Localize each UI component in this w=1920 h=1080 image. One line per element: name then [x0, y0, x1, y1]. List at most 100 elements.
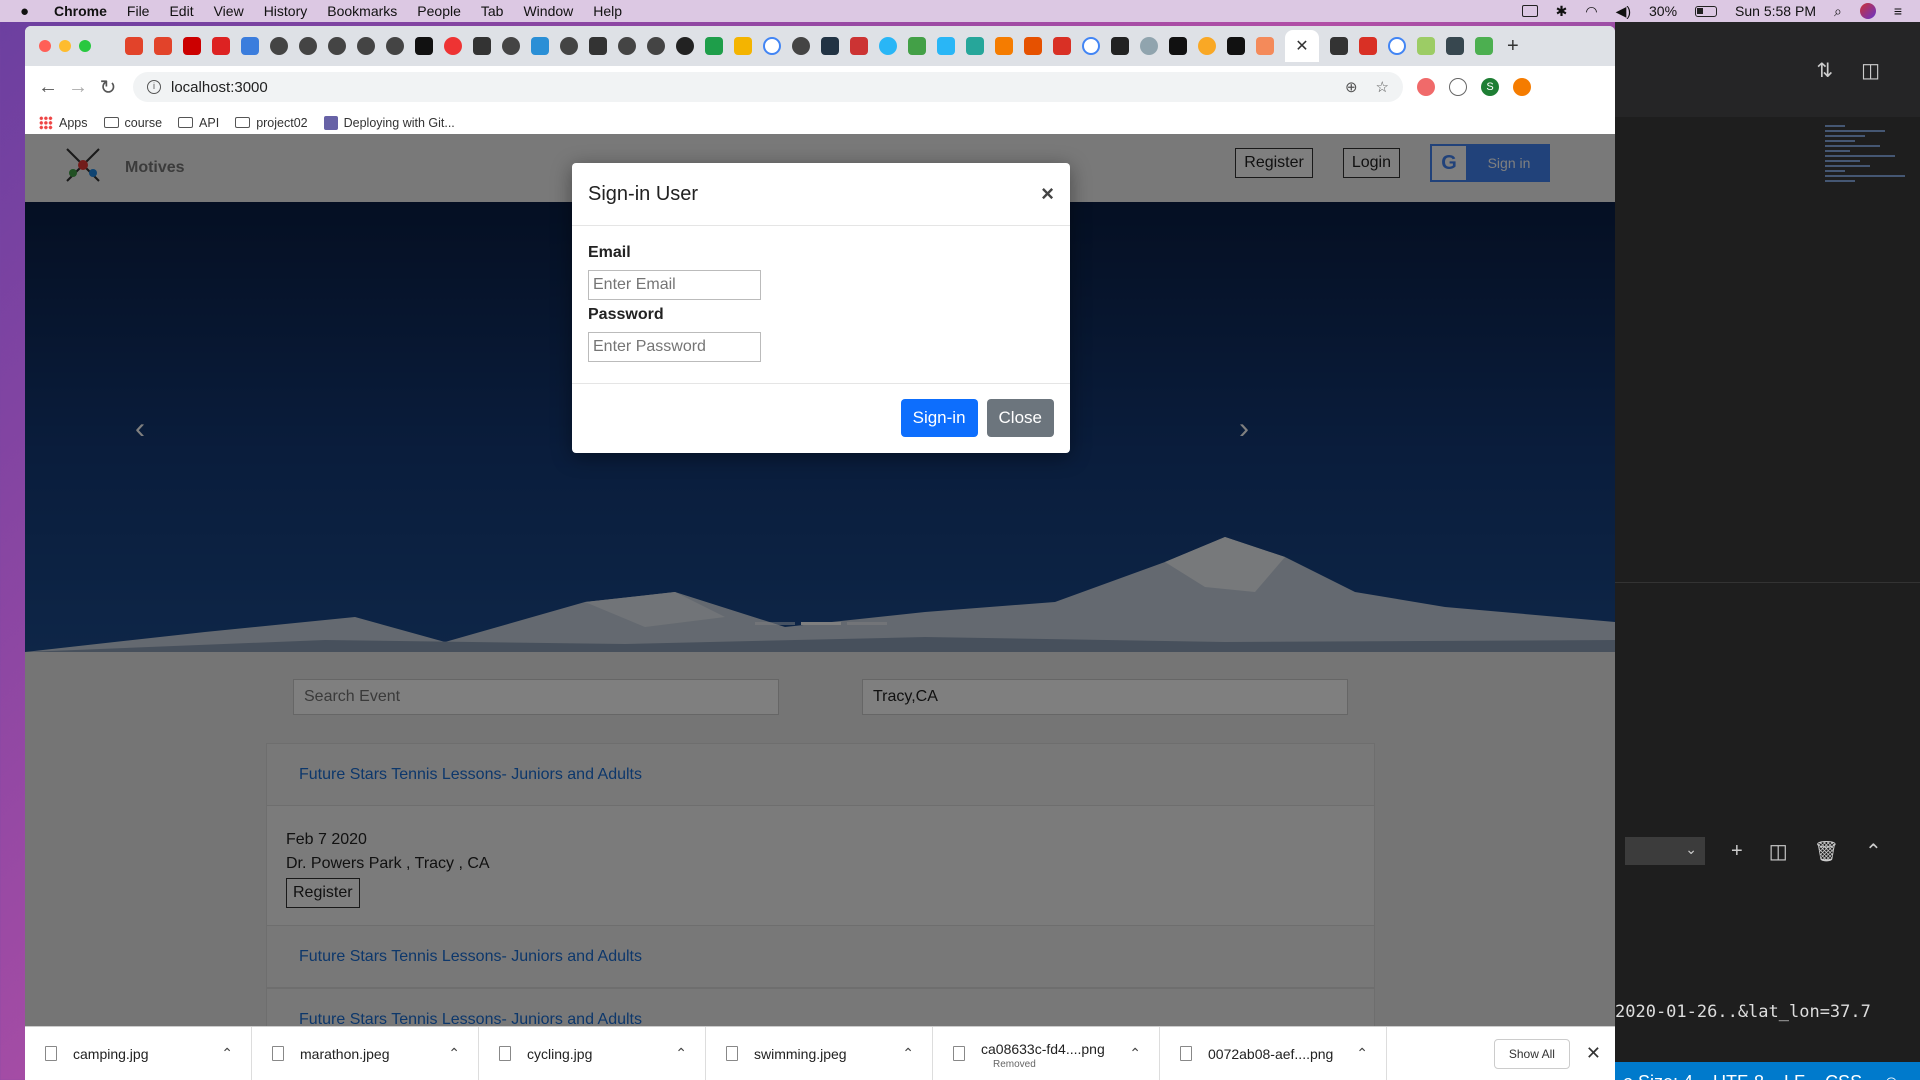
spotlight-search-icon[interactable]: ⌕	[1834, 3, 1842, 20]
tab-favicon[interactable]	[1475, 37, 1493, 55]
chevron-up-icon[interactable]: ⌃	[902, 1045, 914, 1062]
chevron-up-icon[interactable]: ⌃	[1356, 1045, 1368, 1062]
email-field[interactable]	[588, 270, 761, 300]
tab-favicon[interactable]	[415, 37, 433, 55]
feedback-icon[interactable]: ☺	[1882, 1072, 1900, 1080]
tab-favicon[interactable]	[647, 37, 665, 55]
bookmark-apps[interactable]: Apps	[39, 115, 88, 130]
close-icon[interactable]: ×	[1041, 181, 1054, 207]
show-all-button[interactable]: Show All	[1493, 1038, 1570, 1069]
tab-favicon[interactable]	[850, 37, 868, 55]
notification-center-icon[interactable]: ≡	[1894, 3, 1902, 19]
bookmark-project02[interactable]: project02	[235, 116, 308, 130]
tab-favicon[interactable]	[270, 37, 288, 55]
menu-help[interactable]: Help	[593, 3, 622, 19]
chevron-up-icon[interactable]: ⌃	[1865, 839, 1882, 864]
tab-favicon[interactable]	[821, 37, 839, 55]
tab-favicon[interactable]	[241, 37, 259, 55]
extension-icon[interactable]	[1449, 78, 1467, 96]
terminal-select[interactable]: ⌄	[1625, 837, 1705, 865]
tab-favicon[interactable]	[1198, 37, 1216, 55]
reload-icon[interactable]: ↻	[93, 75, 123, 100]
tab-favicon[interactable]	[1053, 37, 1071, 55]
tab-favicon[interactable]	[1446, 37, 1464, 55]
tab-favicon[interactable]	[1140, 37, 1158, 55]
tab-favicon[interactable]	[386, 37, 404, 55]
menu-edit[interactable]: Edit	[169, 3, 193, 19]
tab-favicon[interactable]	[705, 37, 723, 55]
forward-arrow-icon[interactable]: →	[63, 76, 93, 99]
tab-favicon[interactable]	[357, 37, 375, 55]
tab-favicon[interactable]	[299, 37, 317, 55]
extension-icon[interactable]	[1417, 78, 1435, 96]
menu-file[interactable]: File	[127, 3, 150, 19]
bluetooth-icon[interactable]: ✱	[1556, 3, 1568, 20]
download-item[interactable]: cycling.jpg ⌃	[479, 1026, 706, 1080]
download-item[interactable]: marathon.jpeg ⌃	[252, 1026, 479, 1080]
menu-view[interactable]: View	[214, 3, 244, 19]
tab-favicon[interactable]	[444, 37, 462, 55]
active-tab[interactable]: ✕	[1285, 30, 1319, 62]
location-icon[interactable]: ⊕	[1345, 78, 1358, 96]
chevron-up-icon[interactable]: ⌃	[221, 1045, 233, 1062]
status-encoding[interactable]: UTF-8	[1713, 1072, 1764, 1080]
apple-icon[interactable]: ●	[20, 3, 40, 20]
password-field[interactable]	[588, 332, 761, 362]
tab-favicon[interactable]	[1024, 37, 1042, 55]
close-icon[interactable]: ✕	[1586, 1043, 1601, 1064]
status-language[interactable]: CSS	[1825, 1072, 1862, 1080]
tab-favicon[interactable]	[734, 37, 752, 55]
tab-favicon[interactable]	[1330, 37, 1348, 55]
zoom-window-button[interactable]	[79, 40, 91, 52]
tab-favicon[interactable]	[966, 37, 984, 55]
tab-favicon[interactable]	[125, 37, 143, 55]
status-indent[interactable]: o Size: 4	[1623, 1072, 1693, 1080]
tab-favicon[interactable]	[183, 37, 201, 55]
tab-favicon[interactable]	[1111, 37, 1129, 55]
tab-favicon[interactable]	[531, 37, 549, 55]
download-item[interactable]: 0072ab08-aef....png ⌃	[1160, 1026, 1387, 1080]
bookmark-deploying[interactable]: Deploying with Git...	[323, 115, 455, 130]
tab-favicon[interactable]	[763, 37, 781, 55]
tab-favicon[interactable]	[676, 37, 694, 55]
menu-bookmarks[interactable]: Bookmarks	[327, 3, 397, 19]
bookmark-course[interactable]: course	[103, 116, 162, 130]
sign-in-button[interactable]: Sign-in	[900, 399, 978, 437]
download-item[interactable]: camping.jpg ⌃	[25, 1026, 252, 1080]
tab-favicon[interactable]	[1417, 37, 1435, 55]
airplay-icon[interactable]	[1521, 5, 1538, 17]
tab-favicon[interactable]	[212, 37, 230, 55]
trash-icon[interactable]: 🗑	[1814, 839, 1839, 864]
download-item[interactable]: swimming.jpeg ⌃	[706, 1026, 933, 1080]
status-eol[interactable]: LF	[1784, 1072, 1805, 1080]
back-arrow-icon[interactable]: ←	[33, 76, 63, 99]
close-tab-icon[interactable]: ✕	[1295, 36, 1308, 56]
tab-favicon[interactable]	[995, 37, 1013, 55]
siri-icon[interactable]	[1859, 3, 1876, 19]
chevron-up-icon[interactable]: ⌃	[675, 1045, 687, 1062]
tab-favicon[interactable]	[1388, 37, 1406, 55]
tab-favicon[interactable]	[1169, 37, 1187, 55]
tab-favicon[interactable]	[473, 37, 491, 55]
tab-favicon[interactable]	[1256, 37, 1274, 55]
address-bar[interactable]: i localhost:3000 ⊕ ☆	[133, 72, 1403, 102]
split-editor-icon[interactable]: ◫	[1861, 58, 1880, 83]
clock[interactable]: Sun 5:58 PM	[1735, 3, 1816, 19]
tab-favicon[interactable]	[792, 37, 810, 55]
download-item[interactable]: ca08633c-fd4....png Removed ⌃	[933, 1026, 1160, 1080]
menu-window[interactable]: Window	[523, 3, 573, 19]
new-tab-button[interactable]: +	[1507, 35, 1519, 58]
tab-favicon[interactable]	[1227, 37, 1245, 55]
extension-icon[interactable]	[1513, 78, 1531, 96]
tab-favicon[interactable]	[908, 37, 926, 55]
tab-favicon[interactable]	[1359, 37, 1377, 55]
tab-favicon[interactable]	[328, 37, 346, 55]
bookmark-api[interactable]: API	[178, 116, 219, 130]
tab-favicon[interactable]	[879, 37, 897, 55]
minimize-window-button[interactable]	[59, 40, 71, 52]
tab-favicon[interactable]	[618, 37, 636, 55]
volume-icon[interactable]: ◀)	[1616, 3, 1631, 20]
menu-people[interactable]: People	[417, 3, 461, 19]
tab-favicon[interactable]	[589, 37, 607, 55]
url-text[interactable]: localhost:3000	[171, 79, 268, 96]
